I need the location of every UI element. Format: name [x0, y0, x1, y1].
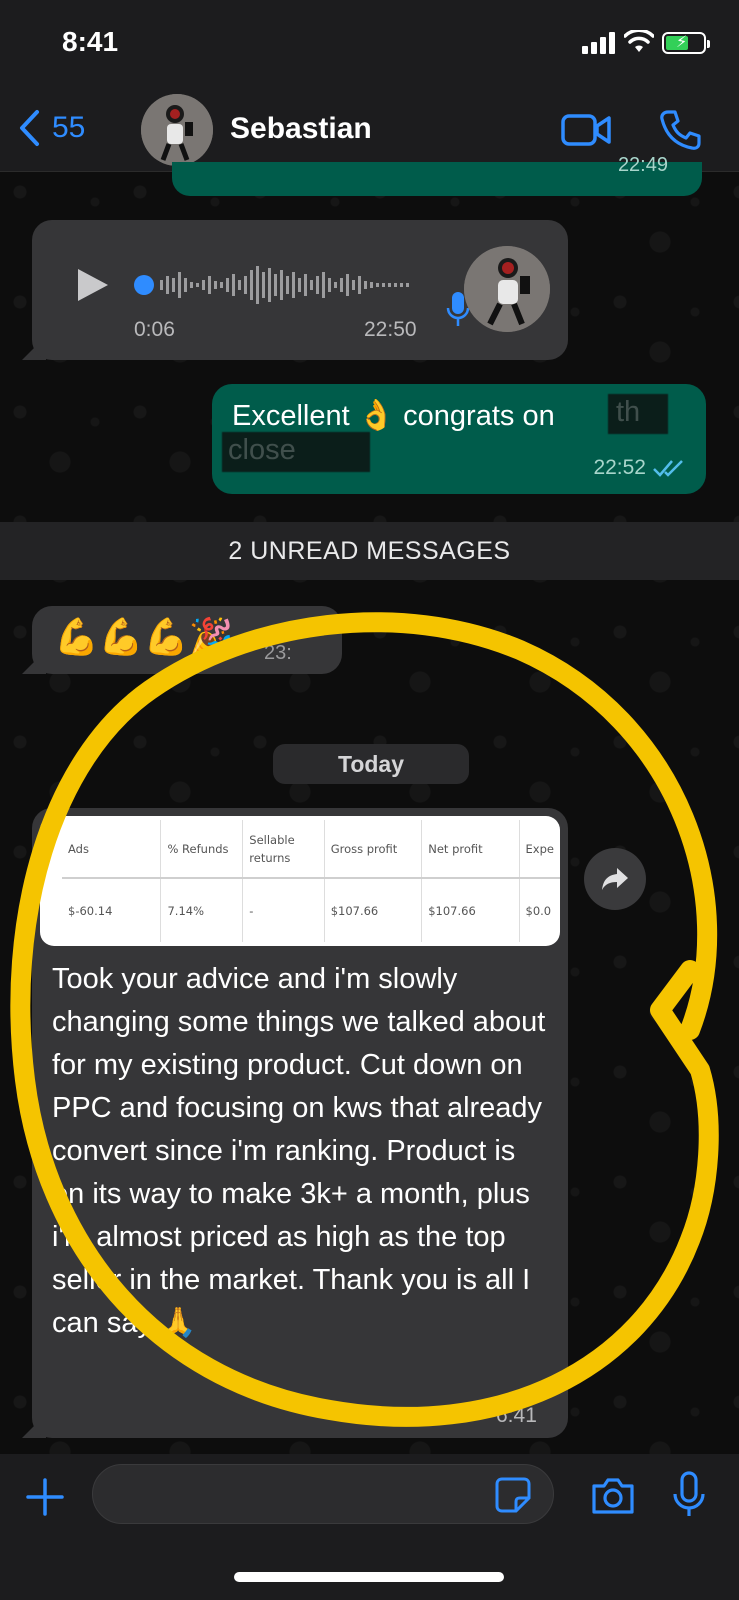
voice-message-bubble[interactable]: 0:06 22:50 — [32, 220, 568, 360]
camera-icon[interactable] — [590, 1474, 636, 1518]
back-button[interactable]: 55 — [18, 106, 85, 150]
message-time: 22:52 — [593, 456, 646, 479]
sticker-icon[interactable] — [494, 1476, 532, 1514]
avatar[interactable] — [141, 94, 213, 166]
ok-hand-emoji: 👌 — [357, 399, 396, 432]
message-time: 23: — [264, 642, 292, 664]
contact-name[interactable]: Sebastian — [230, 112, 372, 146]
table-header: Expe — [519, 820, 560, 879]
unread-label: 2 UNREAD MESSAGES — [228, 536, 511, 565]
profit-table-image[interactable]: Ads % Refunds Sellable returns Gross pro… — [40, 816, 560, 946]
table-header: Gross profit — [324, 820, 423, 879]
table-cell: $107.66 — [421, 878, 520, 942]
forward-icon — [602, 868, 628, 890]
incoming-message-bubble[interactable]: Ads % Refunds Sellable returns Gross pro… — [32, 808, 568, 1438]
table-cell: - — [242, 878, 325, 942]
table-header: Sellable returns — [242, 820, 325, 879]
table-header: Net profit — [421, 820, 520, 879]
plus-icon[interactable] — [24, 1476, 66, 1518]
table-cell: $0.0 — [525, 903, 552, 918]
wifi-icon — [624, 30, 654, 52]
forward-button[interactable] — [584, 848, 646, 910]
date-label: Today — [337, 750, 405, 777]
voice-duration: 0:06 — [134, 318, 175, 341]
video-call-icon[interactable] — [560, 110, 612, 150]
table-cell: 7.14% — [160, 878, 244, 942]
message-input[interactable] — [92, 1464, 554, 1524]
battery-icon: ⚡ — [662, 32, 710, 54]
double-check-icon — [653, 460, 683, 477]
redacted-text: close — [228, 434, 296, 466]
signal-icon — [582, 32, 618, 54]
message-time: 22:50 — [364, 318, 417, 341]
message-time-row: 22:52 — [593, 456, 686, 480]
voice-sender-avatar — [464, 246, 550, 332]
input-bar — [0, 1454, 739, 1600]
home-indicator — [234, 1572, 504, 1582]
profit-table: Ads % Refunds Sellable returns Gross pro… — [62, 820, 560, 942]
back-count: 55 — [52, 111, 86, 144]
message-time: 6:41 — [496, 1404, 537, 1427]
back-chevron-icon — [20, 110, 39, 146]
mic-icon[interactable] — [672, 1470, 706, 1520]
message-time: 22:49 — [617, 154, 668, 176]
waveform[interactable] — [132, 262, 452, 308]
play-icon[interactable] — [72, 265, 112, 305]
message-text: Excellent — [232, 400, 350, 432]
table-header: Ads — [62, 820, 162, 879]
date-separator: Today — [273, 744, 469, 784]
message-text: Took your advice and i'm slowly changing… — [52, 963, 546, 1339]
status-time: 8:41 — [62, 26, 119, 57]
outgoing-message-bubble[interactable]: Excellent 👌 congrats on th close 22:52 — [212, 384, 706, 494]
redacted-text: th — [616, 396, 641, 428]
incoming-message-bubble[interactable]: 💪💪💪🎉 23: — [32, 606, 342, 674]
unread-messages-divider: 2 UNREAD MESSAGES — [0, 522, 739, 580]
previous-message-bubble: 22:49 — [172, 154, 702, 196]
phone-icon[interactable] — [658, 108, 702, 152]
table-cell: $-60.14 — [62, 878, 162, 942]
table-header: % Refunds — [160, 820, 244, 879]
emoji-message: 💪💪💪🎉 — [54, 616, 234, 657]
table-cell: $107.66 — [324, 878, 423, 942]
message-text: congrats on — [403, 400, 555, 432]
status-bar: 8:41 ⚡ — [0, 0, 739, 88]
